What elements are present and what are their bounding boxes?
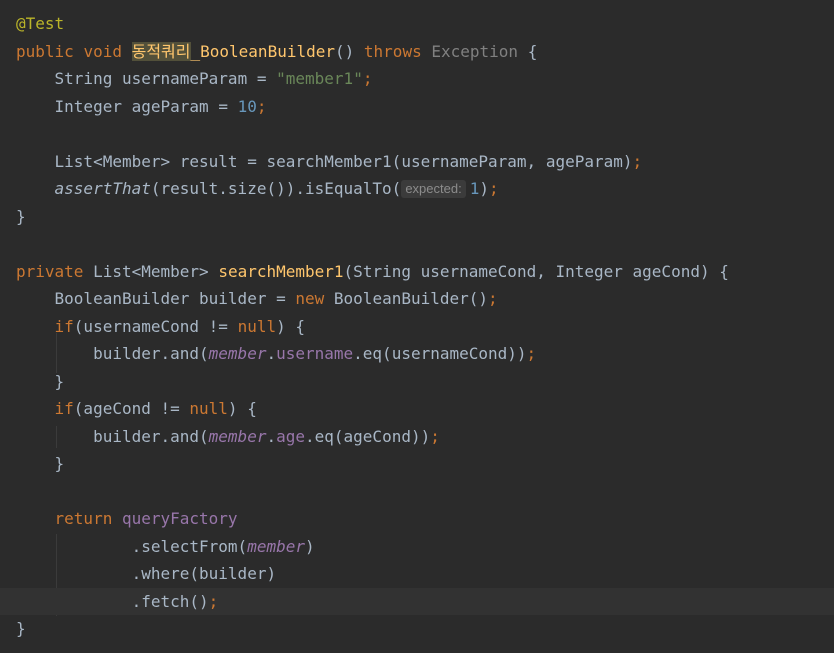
semicolon: ; — [256, 96, 267, 116]
code-line-13[interactable]: builder.and(member.username.eq(usernameC… — [0, 340, 834, 368]
method-parens: () — [335, 41, 355, 61]
keyword-if: if — [54, 399, 74, 418]
variable-age-param: ageParam — [131, 96, 209, 116]
search-call-arg: ageParam) — [545, 151, 633, 171]
assert-chain: (result.size()).isEqualTo( — [150, 179, 402, 198]
number-literal: 10 — [237, 96, 257, 116]
return-type: List<Member> — [93, 261, 209, 281]
static-member: member — [247, 536, 305, 556]
number-literal: 1 — [469, 179, 480, 198]
fetch-call: .fetch() — [131, 591, 209, 611]
builder-and-call: builder.and( — [93, 426, 209, 446]
keyword-private: private — [16, 261, 84, 281]
parameter-hint: expected: — [401, 180, 466, 198]
search-call: searchMember1(usernameParam, — [266, 151, 546, 171]
select-from-call: .selectFrom( — [131, 536, 248, 556]
field-username: username — [276, 344, 354, 363]
result-declaration: List<Member> result = — [54, 151, 267, 171]
keyword-public: public — [16, 41, 74, 61]
if-condition: (usernameCond != — [73, 316, 238, 336]
builder-declaration: BooleanBuilder builder = — [54, 289, 296, 308]
field-age: age — [276, 426, 305, 446]
code-line-1[interactable]: @Test — [0, 10, 834, 38]
close-brace: } — [54, 454, 65, 473]
code-line-8[interactable]: } — [0, 203, 834, 231]
code-line-10[interactable]: private List<Member> searchMember1(Strin… — [0, 258, 834, 286]
method-name-search-member1[interactable]: searchMember1 — [218, 262, 343, 281]
semicolon: ; — [488, 179, 499, 198]
code-line-14[interactable]: } — [0, 368, 834, 396]
code-line-20[interactable]: .selectFrom(member) — [0, 533, 834, 561]
method-name[interactable]: _BooleanBuilder — [191, 42, 336, 61]
semicolon: ; — [488, 289, 498, 308]
code-line-23[interactable]: } — [0, 615, 834, 643]
assign-operator: = — [256, 69, 267, 88]
test-annotation: @Test — [16, 14, 65, 33]
code-editor[interactable]: @Test public void 동적쿼리_BooleanBuilder() … — [0, 0, 834, 653]
code-line-3[interactable]: String usernameParam = "member1"; — [0, 65, 834, 93]
eq-call: .eq(usernameCond)) — [353, 344, 527, 363]
if-close: ) { — [227, 399, 257, 418]
semicolon: ; — [208, 591, 219, 611]
code-line-22-current[interactable]: .fetch(); — [0, 587, 834, 615]
variable-username-param: usernameParam — [121, 69, 248, 88]
keyword-if: if — [54, 316, 74, 336]
keyword-throws: throws — [363, 41, 422, 61]
close-brace: } — [16, 206, 26, 226]
code-line-21[interactable]: .where(builder) — [0, 560, 834, 588]
code-line-16[interactable]: builder.and(member.age.eq(ageCond)); — [0, 423, 834, 451]
close-brace: } — [54, 371, 65, 391]
method-params: (String usernameCond, Integer ageCond) { — [343, 261, 729, 281]
static-member: member — [208, 344, 267, 363]
code-line-2[interactable]: public void 동적쿼리_BooleanBuilder() throws… — [0, 38, 834, 66]
keyword-new: new — [295, 289, 325, 308]
open-brace: { — [527, 41, 538, 61]
code-line-12[interactable]: if(usernameCond != null) { — [0, 313, 834, 341]
semicolon: ; — [526, 344, 537, 363]
static-member: member — [208, 426, 267, 446]
assign-operator: = — [218, 96, 228, 116]
code-line-7[interactable]: assertThat(result.size()).isEqualTo(expe… — [0, 175, 834, 203]
exception-type: Exception — [431, 41, 519, 61]
type-integer: Integer — [54, 96, 122, 116]
code-line-11[interactable]: BooleanBuilder builder = new BooleanBuil… — [0, 285, 834, 313]
keyword-return: return — [54, 509, 113, 528]
code-line-17[interactable]: } — [0, 450, 834, 478]
close-paren: ) — [304, 536, 315, 556]
keyword-null: null — [189, 399, 228, 418]
close-brace: } — [16, 619, 26, 638]
semicolon: ; — [362, 69, 373, 88]
code-line-19[interactable]: return queryFactory — [0, 505, 834, 533]
where-call: .where(builder) — [131, 564, 277, 583]
type-string: String — [54, 69, 113, 88]
string-literal: "member1" — [276, 69, 363, 88]
dot: . — [266, 426, 277, 446]
if-close: ) { — [276, 316, 305, 336]
builder-and-call: builder.and( — [93, 344, 209, 363]
keyword-void: void — [83, 41, 122, 61]
keyword-null: null — [237, 316, 277, 336]
if-condition: (ageCond != — [73, 399, 190, 418]
semicolon: ; — [632, 151, 643, 171]
assert-that-call: assertThat — [54, 179, 151, 198]
code-line-15[interactable]: if(ageCond != null) { — [0, 395, 834, 423]
close-paren: ) — [479, 179, 489, 198]
code-line-4[interactable]: Integer ageParam = 10; — [0, 93, 834, 121]
eq-call: .eq(ageCond)) — [305, 426, 431, 446]
dot: . — [266, 344, 277, 363]
semicolon: ; — [430, 426, 440, 446]
field-query-factory: queryFactory — [121, 509, 238, 528]
builder-constructor: BooleanBuilder() — [333, 289, 489, 308]
code-line-6[interactable]: List<Member> result = searchMember1(user… — [0, 148, 834, 176]
method-name-highlight[interactable]: 동적쿼리 — [131, 41, 191, 61]
